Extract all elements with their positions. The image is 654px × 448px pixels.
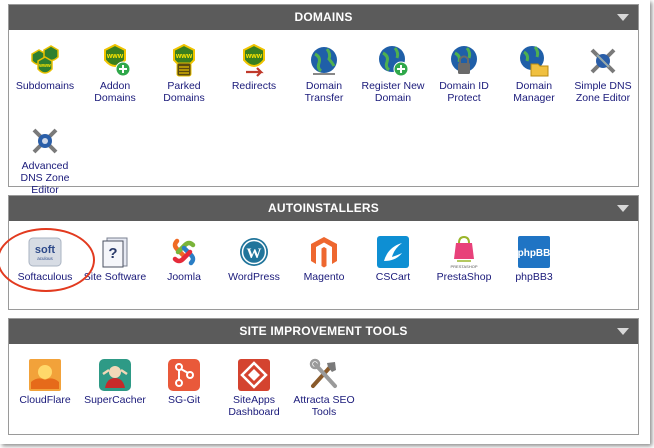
addon-domains-tile[interactable]: www Addon Domains — [80, 44, 150, 104]
attracta-tools-icon — [309, 358, 337, 388]
svg-text:www: www — [175, 53, 193, 60]
sg-git-tile[interactable]: SG-Git — [149, 358, 219, 406]
cscart-icon — [377, 236, 409, 268]
softaculous-logo-text: soft — [35, 244, 56, 256]
tile-label: SuperCacher — [84, 394, 146, 406]
svg-text:www: www — [38, 63, 51, 69]
softaculous-tile[interactable]: soft aculous Softaculous — [10, 235, 80, 283]
tile-label: CSCart — [375, 271, 411, 283]
tile-label: Simple DNS Zone Editor — [574, 80, 632, 104]
domains-panel-header[interactable]: DOMAINS — [9, 5, 638, 30]
tile-label: PrestaShop — [436, 271, 492, 283]
magento-tile[interactable]: Magento — [289, 235, 359, 283]
globe-folder-icon — [520, 46, 549, 77]
tile-label: Site Software — [83, 271, 147, 283]
tile-label: Register New Domain — [361, 80, 425, 104]
subdomains-tile[interactable]: www Subdomains — [10, 44, 80, 92]
simple-dns-zone-editor-tile[interactable]: Simple DNS Zone Editor — [568, 44, 638, 104]
domain-manager-tile[interactable]: Domain Manager — [499, 44, 569, 104]
sg-git-icon — [168, 359, 200, 391]
autoinstallers-title: AUTOINSTALLERS — [267, 201, 380, 215]
tile-label: Domain ID Protect — [439, 80, 489, 104]
supercacher-tile[interactable]: SuperCacher — [80, 358, 150, 406]
tile-label: Joomla — [167, 271, 201, 283]
tile-label: Subdomains — [15, 80, 75, 92]
site-improvement-panel-header[interactable]: SITE IMPROVEMENT TOOLS — [9, 319, 638, 344]
domains-panel: DOMAINS www Subdomains www Addon Domains… — [8, 4, 639, 196]
collapse-arrow-icon[interactable] — [617, 14, 629, 21]
wordpress-tile[interactable]: W WordPress — [219, 235, 289, 283]
wordpress-icon: W — [240, 238, 268, 266]
phpbb3-tile[interactable]: phpBB phpBB3 — [499, 235, 569, 283]
www-redirect-icon: www — [243, 44, 265, 77]
parked-domains-tile[interactable]: www Parked Domains — [149, 44, 219, 104]
cloudflare-icon — [29, 359, 61, 391]
redirects-tile[interactable]: www Redirects — [219, 44, 289, 92]
autoinstallers-panel-header[interactable]: AUTOINSTALLERS — [9, 196, 638, 221]
advanced-dns-zone-editor-tile[interactable]: Advanced DNS Zone Editor — [10, 124, 80, 196]
dns-advanced-icon — [32, 128, 58, 154]
www-parked-icon: www — [173, 44, 195, 77]
tile-label: Parked Domains — [163, 80, 205, 104]
tile-label: SG-Git — [167, 394, 201, 406]
tile-label: WordPress — [228, 271, 280, 283]
www-badges-icon: www — [31, 45, 59, 74]
svg-text:www: www — [106, 53, 124, 60]
collapse-arrow-icon[interactable] — [617, 328, 629, 335]
supercacher-icon — [99, 359, 131, 391]
joomla-icon — [172, 238, 196, 266]
site-improvement-title: SITE IMPROVEMENT TOOLS — [239, 324, 408, 338]
svg-text:W: W — [247, 246, 262, 262]
globe-plus-icon — [379, 46, 409, 77]
magento-icon — [311, 237, 337, 268]
domain-transfer-tile[interactable]: Domain Transfer — [289, 44, 359, 104]
tile-label: Domain Manager — [513, 80, 555, 104]
autoinstallers-panel: AUTOINSTALLERS soft aculous Softaculous … — [8, 195, 639, 310]
tile-label: Domain Transfer — [304, 80, 344, 104]
tile-label: Softaculous — [17, 271, 73, 283]
site-software-tile[interactable]: ? Site Software — [80, 235, 150, 283]
tile-label: phpBB3 — [515, 271, 553, 283]
softaculous-logo-sub: aculous — [37, 256, 53, 261]
siteapps-dashboard-tile[interactable]: SiteApps Dashboard — [219, 358, 289, 418]
svg-text:?: ? — [108, 245, 117, 262]
globe-transfer-icon — [311, 47, 337, 75]
tile-label: Attracta SEO Tools — [293, 394, 355, 418]
svg-text:PRESTASHOP: PRESTASHOP — [450, 264, 477, 269]
softaculous-icon: soft aculous — [28, 237, 62, 267]
cscart-tile[interactable]: CSCart — [358, 235, 428, 283]
www-plus-icon: www — [104, 44, 131, 77]
tile-label: Addon Domains — [94, 80, 136, 104]
prestashop-icon: PRESTASHOP — [450, 235, 478, 269]
joomla-tile[interactable]: Joomla — [149, 235, 219, 283]
cpanel-window: DOMAINS www Subdomains www Addon Domains… — [0, 0, 650, 444]
tile-label: SiteApps Dashboard — [228, 394, 280, 418]
site-software-icon: ? — [102, 237, 128, 268]
tile-label: Advanced DNS Zone Editor — [20, 160, 70, 196]
domains-title: DOMAINS — [294, 10, 353, 24]
phpbb-logo-text: phpBB — [518, 248, 551, 259]
globe-lock-icon — [451, 46, 477, 74]
phpbb-icon: phpBB — [518, 236, 551, 268]
dns-tools-icon — [590, 48, 616, 74]
tile-label: Redirects — [231, 80, 277, 92]
svg-text:www: www — [245, 53, 263, 60]
cloudflare-tile[interactable]: CloudFlare — [10, 358, 80, 406]
tile-label: Magento — [303, 271, 345, 283]
collapse-arrow-icon[interactable] — [617, 205, 629, 212]
tile-label: CloudFlare — [19, 394, 71, 406]
attracta-seo-tools-tile[interactable]: Attracta SEO Tools — [289, 358, 359, 418]
domain-id-protect-tile[interactable]: Domain ID Protect — [429, 44, 499, 104]
prestashop-tile[interactable]: PRESTASHOP PrestaShop — [429, 235, 499, 283]
register-new-domain-tile[interactable]: Register New Domain — [358, 44, 428, 104]
siteapps-icon — [238, 359, 270, 391]
site-improvement-panel: SITE IMPROVEMENT TOOLS CloudFlare SuperC… — [8, 318, 639, 435]
